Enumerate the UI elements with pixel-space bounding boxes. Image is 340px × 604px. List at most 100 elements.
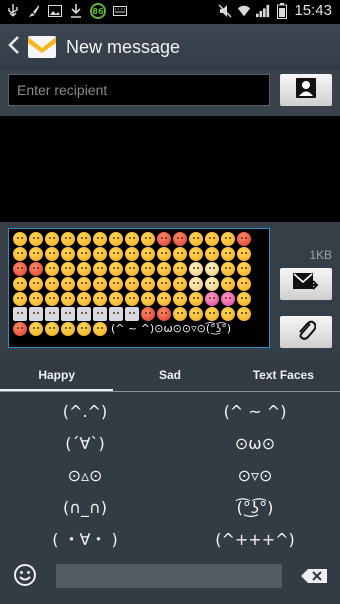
emoji-icon [29, 292, 43, 306]
emoji-icon [13, 247, 27, 261]
emoji-icon [77, 277, 91, 291]
emoji-icon [61, 247, 75, 261]
emoji-icon [205, 292, 219, 306]
emoji-icon [237, 277, 251, 291]
emoji-icon [173, 307, 187, 321]
emoji-icon [77, 262, 91, 276]
emoji-icon [221, 247, 235, 261]
attach-button[interactable] [280, 316, 332, 348]
emoji-icon [61, 307, 75, 321]
emoji-icon [125, 307, 139, 321]
emoji-icon [61, 232, 75, 246]
emoji-icon [13, 277, 27, 291]
emoji-icon [173, 277, 187, 291]
emoji-icon [173, 262, 187, 276]
download-icon [69, 3, 83, 19]
back-icon[interactable] [8, 35, 22, 60]
emoji-icon [45, 307, 59, 321]
emoji-icon [109, 292, 123, 306]
emoji-icon [221, 232, 235, 246]
face-item[interactable]: (^ ~ ^) [170, 396, 340, 428]
emoji-icon [189, 277, 203, 291]
emoji-icon [93, 292, 107, 306]
emoji-icon [189, 292, 203, 306]
face-item[interactable]: ⊙▵⊙ [0, 460, 170, 492]
emoji-icon [29, 307, 43, 321]
emoji-icon [157, 292, 171, 306]
face-item[interactable]: ⊙ω⊙ [170, 428, 340, 460]
emoji-icon [221, 307, 235, 321]
emoji-icon [141, 247, 155, 261]
space-bar[interactable] [56, 564, 282, 588]
emoji-icon [125, 262, 139, 276]
attach-icon [296, 319, 317, 345]
emoji-icon [13, 307, 27, 321]
emoji-icon [45, 232, 59, 246]
face-category-tabs: Happy Sad Text Faces [0, 358, 340, 392]
face-item[interactable]: (^.^) [0, 396, 170, 428]
face-item[interactable]: (∩_∩) [0, 492, 170, 524]
emoji-icon [61, 262, 75, 276]
face-item[interactable]: (´∀`) [0, 428, 170, 460]
emoji-icon [157, 232, 171, 246]
tab-text-faces[interactable]: Text Faces [227, 358, 340, 392]
emoji-icon [29, 322, 43, 336]
emoji-icon [237, 232, 251, 246]
status-bar: 86 15:43 [0, 0, 340, 24]
emoji-icon [125, 247, 139, 261]
emoji-icon [205, 232, 219, 246]
emoji-icon [221, 262, 235, 276]
emoji-icon [205, 262, 219, 276]
face-item[interactable]: ⊙▿⊙ [170, 460, 340, 492]
keyboard-bottom-bar [0, 554, 340, 604]
emoji-icon [221, 292, 235, 306]
emoji-icon [77, 292, 91, 306]
emoji-content: (^ ~ ^)⊙ω⊙⊙▿⊙(͡°͜ʖ͡°) [13, 232, 265, 336]
emoji-icon [29, 232, 43, 246]
delete-icon[interactable] [300, 566, 328, 586]
emoji-icon [13, 232, 27, 246]
send-button[interactable] [280, 268, 332, 300]
envelope-icon [28, 36, 56, 58]
emoji-icon [93, 232, 107, 246]
emoji-icon [141, 232, 155, 246]
emoji-icon [109, 262, 123, 276]
emoji-icon [125, 232, 139, 246]
emoji-icon [109, 277, 123, 291]
emoji-icon [45, 322, 59, 336]
emoji-icon [173, 232, 187, 246]
emoji-icon [189, 247, 203, 261]
recipient-bar: Enter recipient [0, 70, 340, 116]
mute-icon [218, 3, 232, 19]
emoji-icon [45, 262, 59, 276]
message-size: 1KB [309, 248, 332, 262]
recipient-input[interactable]: Enter recipient [8, 74, 270, 106]
text-face-grid: (^.^) (^ ~ ^) (´∀`) ⊙ω⊙ ⊙▵⊙ ⊙▿⊙ (∩_∩) (͡… [0, 392, 340, 554]
emoji-icon [45, 277, 59, 291]
emoji-icon [109, 247, 123, 261]
emoji-icon [13, 262, 27, 276]
contact-button[interactable] [280, 74, 332, 106]
emoji-icon [141, 262, 155, 276]
message-input[interactable]: (^ ~ ^)⊙ω⊙⊙▿⊙(͡°͜ʖ͡°) [8, 228, 270, 348]
inline-text-faces: (^ ~ ^)⊙ω⊙⊙▿⊙(͡°͜ʖ͡°) [111, 322, 232, 335]
emoji-icon [13, 322, 27, 336]
brush-icon [27, 3, 41, 19]
emoji-icon [93, 277, 107, 291]
emoji-icon [77, 322, 91, 336]
tab-happy[interactable]: Happy [0, 358, 114, 392]
emoji-icon [157, 277, 171, 291]
emoji-icon [29, 247, 43, 261]
face-item[interactable]: ( ・∀・ ) [0, 524, 170, 556]
emoji-icon [125, 292, 139, 306]
clock: 15:43 [294, 2, 332, 19]
face-item[interactable]: (^+++^) [170, 524, 340, 556]
smiley-icon[interactable] [12, 562, 38, 588]
emoji-icon [189, 262, 203, 276]
emoji-icon [77, 307, 91, 321]
message-thread [0, 116, 340, 222]
send-icon [292, 271, 320, 297]
emoji-icon [157, 262, 171, 276]
face-item[interactable]: (͡°͜ʖ͡°) [170, 492, 340, 524]
tab-sad[interactable]: Sad [113, 358, 226, 392]
